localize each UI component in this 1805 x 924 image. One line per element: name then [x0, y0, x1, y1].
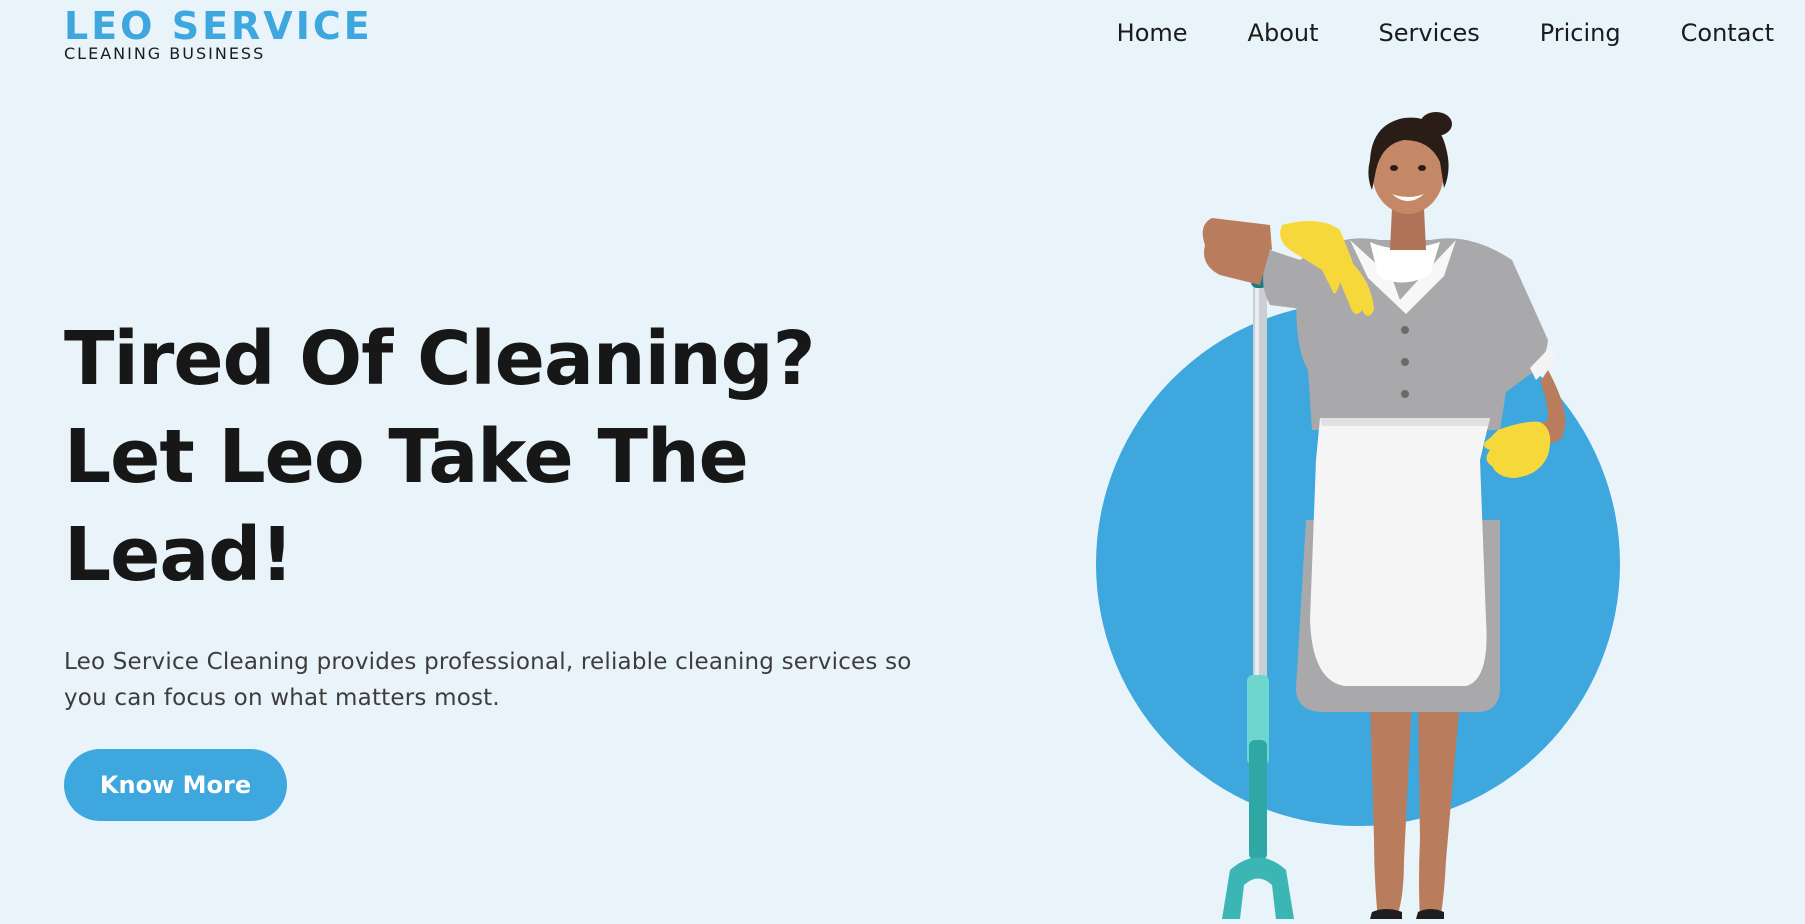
- hero-headline-line-1: Tired Of Cleaning?: [64, 316, 816, 402]
- nav-item-contact[interactable]: Contact: [1681, 16, 1774, 50]
- main-nav: Home About Services Pricing Contact: [1057, 16, 1774, 50]
- hero-headline-line-3: Lead!: [64, 512, 294, 598]
- apron: [1310, 418, 1490, 686]
- hero-section: Tired Of Cleaning? Let Leo Take The Lead…: [64, 310, 914, 739]
- hero-illustration: [1000, 100, 1700, 919]
- hero-description: Leo Service Cleaning provides profession…: [64, 649, 912, 711]
- logo[interactable]: LEO SERVICE CLEANING BUSINESS: [64, 4, 373, 63]
- nav-item-home[interactable]: Home: [1117, 16, 1188, 50]
- hero-headline: Tired Of Cleaning? Let Leo Take The Lead…: [64, 310, 914, 604]
- know-more-button[interactable]: Know More: [64, 749, 287, 821]
- nav-item-about[interactable]: About: [1248, 16, 1319, 50]
- nav-item-services[interactable]: Services: [1379, 16, 1480, 50]
- hero-headline-line-2: Let Leo Take The: [64, 414, 749, 500]
- logo-title: LEO SERVICE: [64, 4, 373, 48]
- woman-head: [1368, 112, 1452, 214]
- site-header: LEO SERVICE CLEANING BUSINESS Home About…: [0, 0, 1805, 70]
- nav-item-pricing[interactable]: Pricing: [1540, 16, 1621, 50]
